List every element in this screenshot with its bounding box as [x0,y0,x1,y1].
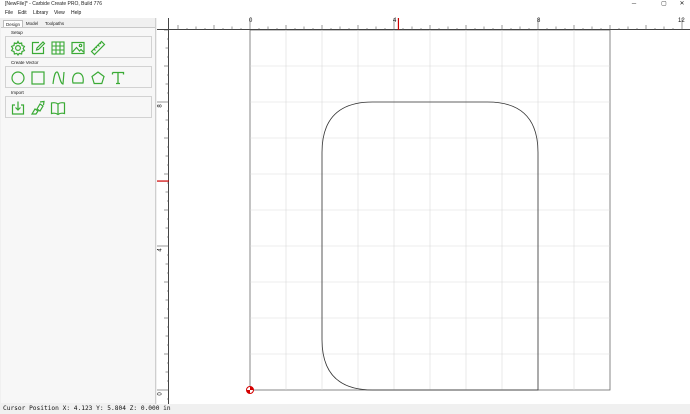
import-image-button[interactable] [29,99,46,116]
create-vector-group [5,66,152,88]
grid-button[interactable] [49,39,66,56]
circle-tool-button[interactable] [9,69,26,86]
polygon-tool-button[interactable] [89,69,106,86]
left-ruler-label-0: 0 [157,392,164,396]
tab-design[interactable]: Design [3,20,23,27]
menu-edit[interactable]: Edit [18,10,27,17]
polygon-blob-icon [71,71,84,84]
menu-bar: File Edit Library View Help [0,9,690,18]
polyline-tool-button[interactable] [69,69,86,86]
import-vector-icon [11,101,24,115]
design-canvas-area: 0 4 8 12 8 4 0 [157,18,690,404]
status-bar: Cursor Position X: 4.123 Y: 5.804 Z: 0.0… [0,404,690,414]
curve-tool-button[interactable] [49,69,66,86]
close-button[interactable]: ✕ [674,0,690,9]
top-ruler-label-8: 8 [537,18,541,24]
rectangle-icon [30,70,45,85]
pentagon-icon [90,70,105,84]
library-button[interactable] [49,99,66,116]
import-image-icon [30,100,45,115]
library-book-icon [50,101,65,115]
measure-ruler-icon [90,40,105,55]
design-panel: Design Model Toolpaths Setup Create Vect… [0,18,156,404]
top-ruler-label-12: 12 [678,18,685,24]
setup-group [5,36,152,58]
text-tool-button[interactable] [109,69,126,86]
menu-file[interactable]: File [5,10,13,17]
origin-marker-quadrant-b [246,390,250,394]
origin-marker-icon [246,386,254,394]
rectangle-tool-button[interactable] [29,69,46,86]
edit-document-icon [31,40,45,54]
minimize-button[interactable]: ─ [626,0,642,9]
edit-document-button[interactable] [29,39,46,56]
workspace-drawing[interactable] [169,30,690,404]
text-icon [111,71,124,84]
top-ruler: 0 4 8 12 [157,18,690,30]
title-bar: [NewFile]* - Carbide Create PRO, Build 7… [0,0,690,9]
measure-button[interactable] [89,39,106,56]
job-setup-button[interactable] [9,39,26,56]
tab-toolpaths[interactable]: Toolpaths [42,20,67,27]
ruler-corner [157,18,169,30]
import-vector-button[interactable] [9,99,26,116]
design-tab-content: Setup Create Vector Import [1,27,155,403]
left-ruler-label-4: 4 [157,248,164,252]
top-ruler-label-4: 4 [393,18,397,24]
menu-view[interactable]: View [54,10,65,17]
top-ruler-label-0: 0 [249,18,253,24]
image-icon [70,41,85,54]
top-ruler-ticks [177,18,683,30]
left-ruler-label-8: 8 [157,104,164,108]
import-group [5,96,152,118]
menu-help[interactable]: Help [71,10,81,17]
window-title: [NewFile]* - Carbide Create PRO, Build 7… [5,1,102,7]
design-workspace[interactable] [169,30,690,404]
grid-icon [50,40,65,55]
left-ruler-ticks [157,30,169,400]
gear-icon [10,39,25,56]
maximize-button[interactable]: ▢ [656,0,672,9]
curve-icon [51,70,65,85]
left-ruler: 8 4 0 [157,30,169,404]
tab-model[interactable]: Model [23,20,41,27]
cursor-position-readout: Cursor Position X: 4.123 Y: 5.804 Z: 0.0… [3,405,171,412]
circle-icon [10,70,25,85]
menu-library[interactable]: Library [33,10,48,17]
image-button[interactable] [69,39,86,56]
